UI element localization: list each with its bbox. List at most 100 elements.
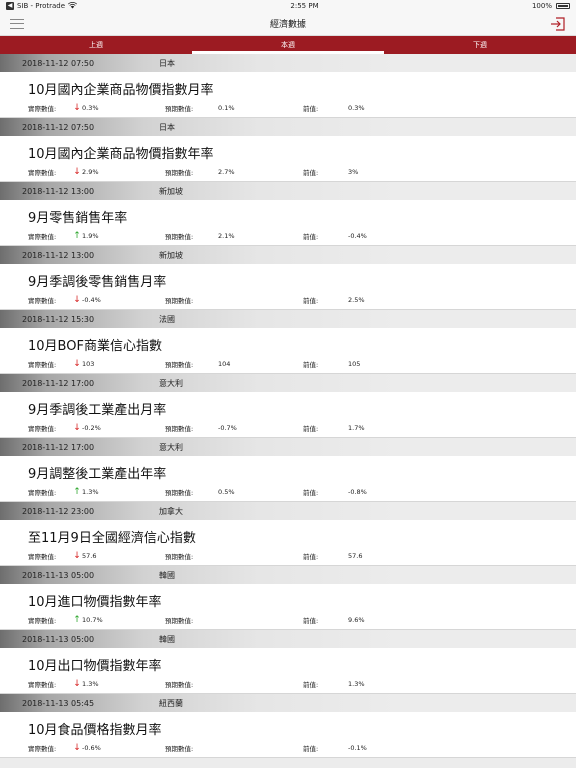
- status-bar: ◀ SIB - Protrade 2:55 PM 100%: [0, 0, 576, 12]
- forecast-label: 預期數值:: [165, 617, 194, 625]
- economic-data-list[interactable]: 2018-11-12 07:50 日本 10月國內企業商品物價指數月率 實際數值…: [0, 54, 576, 768]
- forecast-value-group: 預期數值: -0.7%: [165, 423, 303, 433]
- item-header: 2018-11-12 07:50 日本: [0, 54, 576, 72]
- list-item[interactable]: 2018-11-12 15:30 法國 10月BOF商業信心指數 實際數值: ↓…: [0, 310, 576, 374]
- arrow-down-icon: ↓: [73, 423, 81, 433]
- actual-value: 1.3%: [82, 680, 99, 688]
- forecast-label: 預期數值:: [165, 745, 194, 753]
- arrow-up-icon: ↑: [73, 231, 81, 241]
- item-title: 10月國內企業商品物價指數月率: [28, 83, 214, 98]
- previous-label: 前值:: [303, 105, 319, 113]
- forecast-label: 預期數值:: [165, 297, 194, 305]
- item-time: 2018-11-12 13:00: [22, 186, 95, 196]
- forecast-value-group: 預期數值:: [165, 295, 303, 305]
- previous-value: -0.4%: [348, 232, 367, 240]
- hamburger-menu-icon[interactable]: [10, 18, 24, 29]
- previous-value: 3%: [348, 168, 359, 176]
- item-header: 2018-11-12 13:00 新加坡: [0, 182, 576, 200]
- item-title: 10月進口物價指數年率: [28, 595, 162, 610]
- item-title: 9月零售銷售年率: [28, 211, 128, 226]
- item-header: 2018-11-12 15:30 法國: [0, 310, 576, 328]
- item-country: 韓國: [159, 570, 175, 580]
- item-time: 2018-11-12 07:50: [22, 58, 95, 68]
- list-item[interactable]: 2018-11-13 05:00 韓國 10月出口物價指數年率 實際數值: ↓ …: [0, 630, 576, 694]
- list-item[interactable]: 2018-11-12 07:50 日本 10月國內企業商品物價指數年率 實際數值…: [0, 118, 576, 182]
- item-header: 2018-11-12 17:00 意大利: [0, 438, 576, 456]
- item-values: 實際數值: ↓ 0.3% 預期數值: 0.1% 前值: 0.3%: [0, 103, 576, 114]
- forecast-value-group: 預期數值: 2.1%: [165, 231, 303, 241]
- forecast-value: -0.7%: [218, 424, 237, 432]
- actual-value-group: 實際數值: ↑ 1.3%: [28, 487, 165, 498]
- back-to-app-icon[interactable]: ◀: [6, 2, 14, 10]
- item-body: 9月零售銷售年率 實際數值: ↑ 1.9% 預期數值: 2.1% 前值: -0.…: [0, 200, 576, 246]
- item-title: 10月出口物價指數年率: [28, 659, 162, 674]
- item-body: 9月季調後工業產出月率 實際數值: ↓ -0.2% 預期數值: -0.7% 前值…: [0, 392, 576, 438]
- actual-value: 103: [82, 360, 95, 368]
- item-title: 9月季調後零售銷售月率: [28, 275, 167, 290]
- item-time: 2018-11-12 17:00: [22, 378, 95, 388]
- actual-value-group: 實際數值: ↓ -0.6%: [28, 743, 165, 754]
- arrow-down-icon: ↓: [73, 359, 81, 369]
- arrow-down-icon: ↓: [73, 743, 81, 753]
- item-country: 日本: [159, 122, 175, 132]
- item-time: 2018-11-12 17:00: [22, 442, 95, 452]
- actual-value: 57.6: [82, 552, 97, 560]
- list-item[interactable]: 2018-11-12 17:00 意大利 9月季調後工業產出月率 實際數值: ↓…: [0, 374, 576, 438]
- actual-value: -0.4%: [82, 296, 101, 304]
- logout-icon[interactable]: [550, 16, 566, 32]
- list-item[interactable]: 2018-11-12 13:00 新加坡 9月季調後零售銷售月率 實際數值: ↓…: [0, 246, 576, 310]
- forecast-label: 預期數值:: [165, 553, 194, 561]
- actual-value-group: 實際數值: ↑ 10.7%: [28, 615, 165, 626]
- actual-value-group: 實際數值: ↓ 1.3%: [28, 679, 165, 690]
- previous-value-group: 前值: 2.5%: [303, 295, 365, 305]
- carrier-label: SIB - Protrade: [17, 2, 66, 10]
- forecast-label: 預期數值:: [165, 169, 194, 177]
- arrow-up-icon: ↑: [73, 615, 81, 625]
- item-title: 10月食品價格指數月率: [28, 723, 162, 738]
- list-item[interactable]: 2018-11-13 05:00 韓國 10月進口物價指數年率 實際數值: ↑ …: [0, 566, 576, 630]
- list-item[interactable]: 2018-11-12 23:00 加拿大 至11月9日全國經濟信心指數 實際數值…: [0, 502, 576, 566]
- item-body: 10月BOF商業信心指數 實際數值: ↓ 103 預期數值: 104 前值: 1…: [0, 328, 576, 374]
- item-country: 韓國: [159, 634, 175, 644]
- list-item[interactable]: 2018-11-12 17:00 意大利 9月調整後工業產出年率 實際數值: ↑…: [0, 438, 576, 502]
- list-item[interactable]: 2018-11-12 07:50 日本 10月國內企業商品物價指數月率 實際數值…: [0, 54, 576, 118]
- forecast-value: 0.1%: [218, 104, 235, 112]
- item-values: 實際數值: ↑ 1.9% 預期數值: 2.1% 前值: -0.4%: [0, 231, 576, 242]
- previous-value: 1.7%: [348, 424, 365, 432]
- actual-label: 實際數值:: [28, 425, 57, 433]
- forecast-label: 預期數值:: [165, 681, 194, 689]
- previous-value-group: 前值: 9.6%: [303, 615, 365, 625]
- list-item[interactable]: 2018-11-13 05:45 紐西蘭 10月食品價格指數月率 實際數值: ↓…: [0, 694, 576, 758]
- actual-value: -0.2%: [82, 424, 101, 432]
- forecast-label: 預期數值:: [165, 425, 194, 433]
- tab-next-week[interactable]: 下週: [384, 36, 576, 54]
- item-header: 2018-11-12 23:00 加拿大: [0, 502, 576, 520]
- item-body: 10月進口物價指數年率 實際數值: ↑ 10.7% 預期數值: 前值: 9.6%: [0, 584, 576, 630]
- previous-value-group: 前值: 57.6: [303, 551, 362, 561]
- item-values: 實際數值: ↓ -0.4% 預期數值: 前值: 2.5%: [0, 295, 576, 306]
- battery-percent: 100%: [531, 2, 552, 10]
- item-country: 紐西蘭: [159, 698, 183, 708]
- page-title: 經濟數據: [269, 20, 306, 30]
- list-item[interactable]: 2018-11-12 13:00 新加坡 9月零售銷售年率 實際數值: ↑ 1.…: [0, 182, 576, 246]
- week-tabs: 上週 本週 下週: [0, 36, 576, 54]
- forecast-value: 2.7%: [218, 168, 235, 176]
- item-values: 實際數值: ↑ 10.7% 預期數值: 前值: 9.6%: [0, 615, 576, 626]
- previous-value: -0.8%: [348, 488, 367, 496]
- tab-last-week[interactable]: 上週: [0, 36, 192, 54]
- previous-label: 前值:: [303, 681, 319, 689]
- item-time: 2018-11-13 05:00: [22, 570, 95, 580]
- item-country: 新加坡: [159, 250, 183, 260]
- actual-value: 0.3%: [82, 104, 99, 112]
- item-values: 實際數值: ↓ -0.2% 預期數值: -0.7% 前值: 1.7%: [0, 423, 576, 434]
- item-body: 9月季調後零售銷售月率 實際數值: ↓ -0.4% 預期數值: 前值: 2.5%: [0, 264, 576, 310]
- tab-this-week[interactable]: 本週: [192, 36, 384, 54]
- previous-value: 105: [348, 360, 361, 368]
- previous-value-group: 前值: 105: [303, 359, 360, 369]
- item-country: 新加坡: [159, 186, 183, 196]
- battery-icon: [555, 3, 570, 9]
- item-header: 2018-11-13 05:00 韓國: [0, 566, 576, 584]
- arrow-down-icon: ↓: [73, 103, 81, 113]
- actual-value: 2.9%: [82, 168, 99, 176]
- status-right: 100%: [532, 2, 570, 10]
